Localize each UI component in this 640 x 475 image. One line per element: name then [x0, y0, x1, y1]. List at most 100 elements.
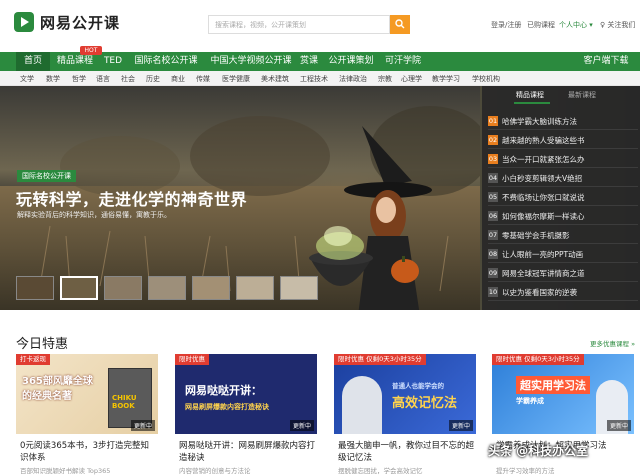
- more-deals-link[interactable]: 更多优惠课程 »: [590, 338, 635, 348]
- course-card[interactable]: 网易哒哒开讲： 网易刷屏爆款内容打造秘诀 限时优惠 更新中 网易哒哒开讲：网易刷…: [175, 354, 317, 475]
- tab-latest[interactable]: 最新课程: [568, 90, 596, 100]
- search-icon: [395, 19, 405, 29]
- category-item[interactable]: 学校机构: [472, 74, 500, 84]
- course-desc: 提升学习效率的方法: [496, 467, 555, 475]
- cover-subline: 普通人也能学会的: [392, 382, 444, 390]
- login-link[interactable]: 登录/注册: [491, 20, 521, 30]
- user-center-link[interactable]: 个人中心 ▾: [559, 20, 593, 30]
- cover-headline: 网易哒哒开讲：: [185, 384, 262, 397]
- category-item[interactable]: 传媒: [196, 74, 210, 84]
- nav-appreciate[interactable]: 赏课: [296, 52, 322, 71]
- cover-subline: 网易刷屏爆款内容打造秘诀: [185, 403, 269, 411]
- category-item[interactable]: 语言: [96, 74, 110, 84]
- cover-subline: 学霸养成: [516, 397, 544, 405]
- banner-thumb[interactable]: [16, 276, 54, 300]
- rank-title: 小白秒变剪辑领大V绝招: [502, 174, 583, 183]
- banner-thumb-selected[interactable]: [60, 276, 98, 300]
- category-subnav: 文学 数学 哲学 语言 社会 历史 商业 传媒 医学健康 美术建筑 工程技术 法…: [0, 71, 640, 86]
- course-title: 0元阅读365本书，3步打造完整知识体系: [20, 441, 150, 463]
- category-item[interactable]: 哲学: [72, 74, 86, 84]
- course-desc: 内容营销的创意与方法论: [179, 467, 251, 475]
- category-item[interactable]: 医学健康: [222, 74, 250, 84]
- rank-title: 零基础学会手机摄影: [502, 231, 570, 240]
- category-item[interactable]: 法律政治: [339, 74, 367, 84]
- rank-title: 让人眼前一亮的PPT动画: [502, 250, 584, 259]
- section-title: 今日特惠: [16, 337, 69, 352]
- rank-title: 以史为鉴看国家的逆袭: [502, 288, 577, 297]
- nav-ted[interactable]: TED: [100, 52, 126, 71]
- course-cover: 网易哒哒开讲： 网易刷屏爆款内容打造秘诀 限时优惠 更新中: [175, 354, 317, 434]
- ranking-item[interactable]: 05 不费临场让你张口就说说: [488, 189, 638, 206]
- ranking-item[interactable]: 07 零基础学会手机摄影: [488, 227, 638, 244]
- banner-thumb[interactable]: [280, 276, 318, 300]
- course-title: 网易哒哒开讲：网易刷屏爆款内容打造秘诀: [179, 441, 316, 463]
- rank-number: 01: [488, 116, 498, 126]
- client-download[interactable]: 客户端下载: [580, 52, 632, 71]
- search-button[interactable]: [390, 15, 410, 34]
- search-input[interactable]: 搜索课程，视频，公开课策划: [208, 15, 390, 34]
- update-status: 更新中: [289, 420, 314, 431]
- nav-intl-courses[interactable]: 国际名校公开课: [130, 52, 202, 71]
- nav-planning[interactable]: 公开课策划: [326, 52, 376, 71]
- course-card[interactable]: 365部风靡全球的经典名著 CHIKU BOOK 打卡返现 更新中 0元阅读36…: [16, 354, 158, 475]
- update-status: 更新中: [606, 420, 631, 431]
- category-item[interactable]: 教学学习: [432, 74, 460, 84]
- card-badge: 限时优惠: [175, 354, 209, 365]
- category-item[interactable]: 社会: [121, 74, 135, 84]
- ranking-item[interactable]: 01 哈佛学霸大脑训练方法: [488, 113, 638, 130]
- category-item[interactable]: 文学: [20, 74, 34, 84]
- nav-home[interactable]: 首页: [16, 52, 50, 71]
- category-item[interactable]: 商业: [171, 74, 185, 84]
- rank-title: 网易全球冠军讲情商之道: [502, 269, 585, 278]
- cover-headline: 超实用学习法: [516, 376, 590, 394]
- category-item[interactable]: 数学: [46, 74, 60, 84]
- ranking-item[interactable]: 04 小白秒变剪辑领大V绝招: [488, 170, 638, 187]
- banner-tag[interactable]: 国际名校公开课: [17, 170, 76, 182]
- rank-number: 02: [488, 135, 498, 145]
- course-desc: 百部知识脱颖好书解读 Top365: [20, 467, 111, 475]
- rank-title: 不费临场让你张口就说说: [502, 193, 585, 202]
- ranking-item[interactable]: 09 网易全球冠军讲情商之道: [488, 265, 638, 282]
- logo-text[interactable]: 网易公开课: [40, 12, 120, 33]
- course-cover: 超实用学习法 学霸养成 限时优惠 仅剩0天3小时35分 更新中: [492, 354, 634, 434]
- banner-title[interactable]: 玩转科学，走进化学的神奇世界: [16, 186, 247, 210]
- banner-thumb[interactable]: [104, 276, 142, 300]
- tab-quality[interactable]: 精品课程: [516, 90, 544, 100]
- logo-icon[interactable]: [14, 12, 34, 32]
- update-status: 更新中: [130, 420, 155, 431]
- rank-number: 03: [488, 154, 498, 164]
- ranking-item[interactable]: 10 以史为鉴看国家的逆袭: [488, 284, 638, 301]
- course-title: 最强大脑申一帆，教你过目不忘的超级记忆法: [338, 441, 475, 463]
- rank-number: 09: [488, 268, 498, 278]
- follow-link[interactable]: ♀ 关注我们: [600, 20, 635, 30]
- category-item[interactable]: 历史: [146, 74, 160, 84]
- cover-brand: CHIKU BOOK: [112, 394, 137, 410]
- banner-thumb[interactable]: [236, 276, 274, 300]
- card-badge: 限时优惠 仅剩0天3小时35分: [492, 354, 584, 365]
- category-item[interactable]: 美术建筑: [261, 74, 289, 84]
- course-card[interactable]: 普通人也能学会的 高效记忆法 限时优惠 仅剩0天3小时35分 更新中 最强大脑申…: [334, 354, 476, 475]
- ranking-item[interactable]: 08 让人眼前一亮的PPT动画: [488, 246, 638, 263]
- top-header: 网易公开课 搜索课程，视频，公开课策划 登录/注册 已购课程 个人中心 ▾ ♀ …: [0, 0, 640, 52]
- ranking-item[interactable]: 03 当众一开口就紧张怎么办: [488, 151, 638, 168]
- ranking-item[interactable]: 06 如何像福尔摩斯一样读心: [488, 208, 638, 225]
- banner-thumb[interactable]: [148, 276, 186, 300]
- purchased-link[interactable]: 已购课程: [527, 20, 555, 30]
- nav-china-univ[interactable]: 中国大学视频公开课: [206, 52, 296, 71]
- ranking-tabs: 精品课程 最新课程: [482, 86, 640, 104]
- cover-portrait: [342, 376, 382, 434]
- watermark: 头条 @科技办公室: [488, 444, 589, 458]
- card-badge: 限时优惠 仅剩0天3小时35分: [334, 354, 426, 365]
- rank-number: 05: [488, 192, 498, 202]
- rank-title: 哈佛学霸大脑训练方法: [502, 117, 577, 126]
- nav-khan[interactable]: 可汗学院: [382, 52, 424, 71]
- banner-thumb[interactable]: [192, 276, 230, 300]
- category-item[interactable]: 工程技术: [300, 74, 328, 84]
- category-item[interactable]: 心理学: [401, 74, 422, 84]
- category-item[interactable]: 宗教: [378, 74, 392, 84]
- card-badge: 打卡返现: [16, 354, 50, 365]
- rank-number: 07: [488, 230, 498, 240]
- ranking-item[interactable]: 02 越来越的熟人受骗这些书: [488, 132, 638, 149]
- rank-title: 如何像福尔摩斯一样读心: [502, 212, 585, 221]
- ranking-panel: 精品课程 最新课程 01 哈佛学霸大脑训练方法 02 越来越的熟人受骗这些书 0…: [482, 86, 640, 310]
